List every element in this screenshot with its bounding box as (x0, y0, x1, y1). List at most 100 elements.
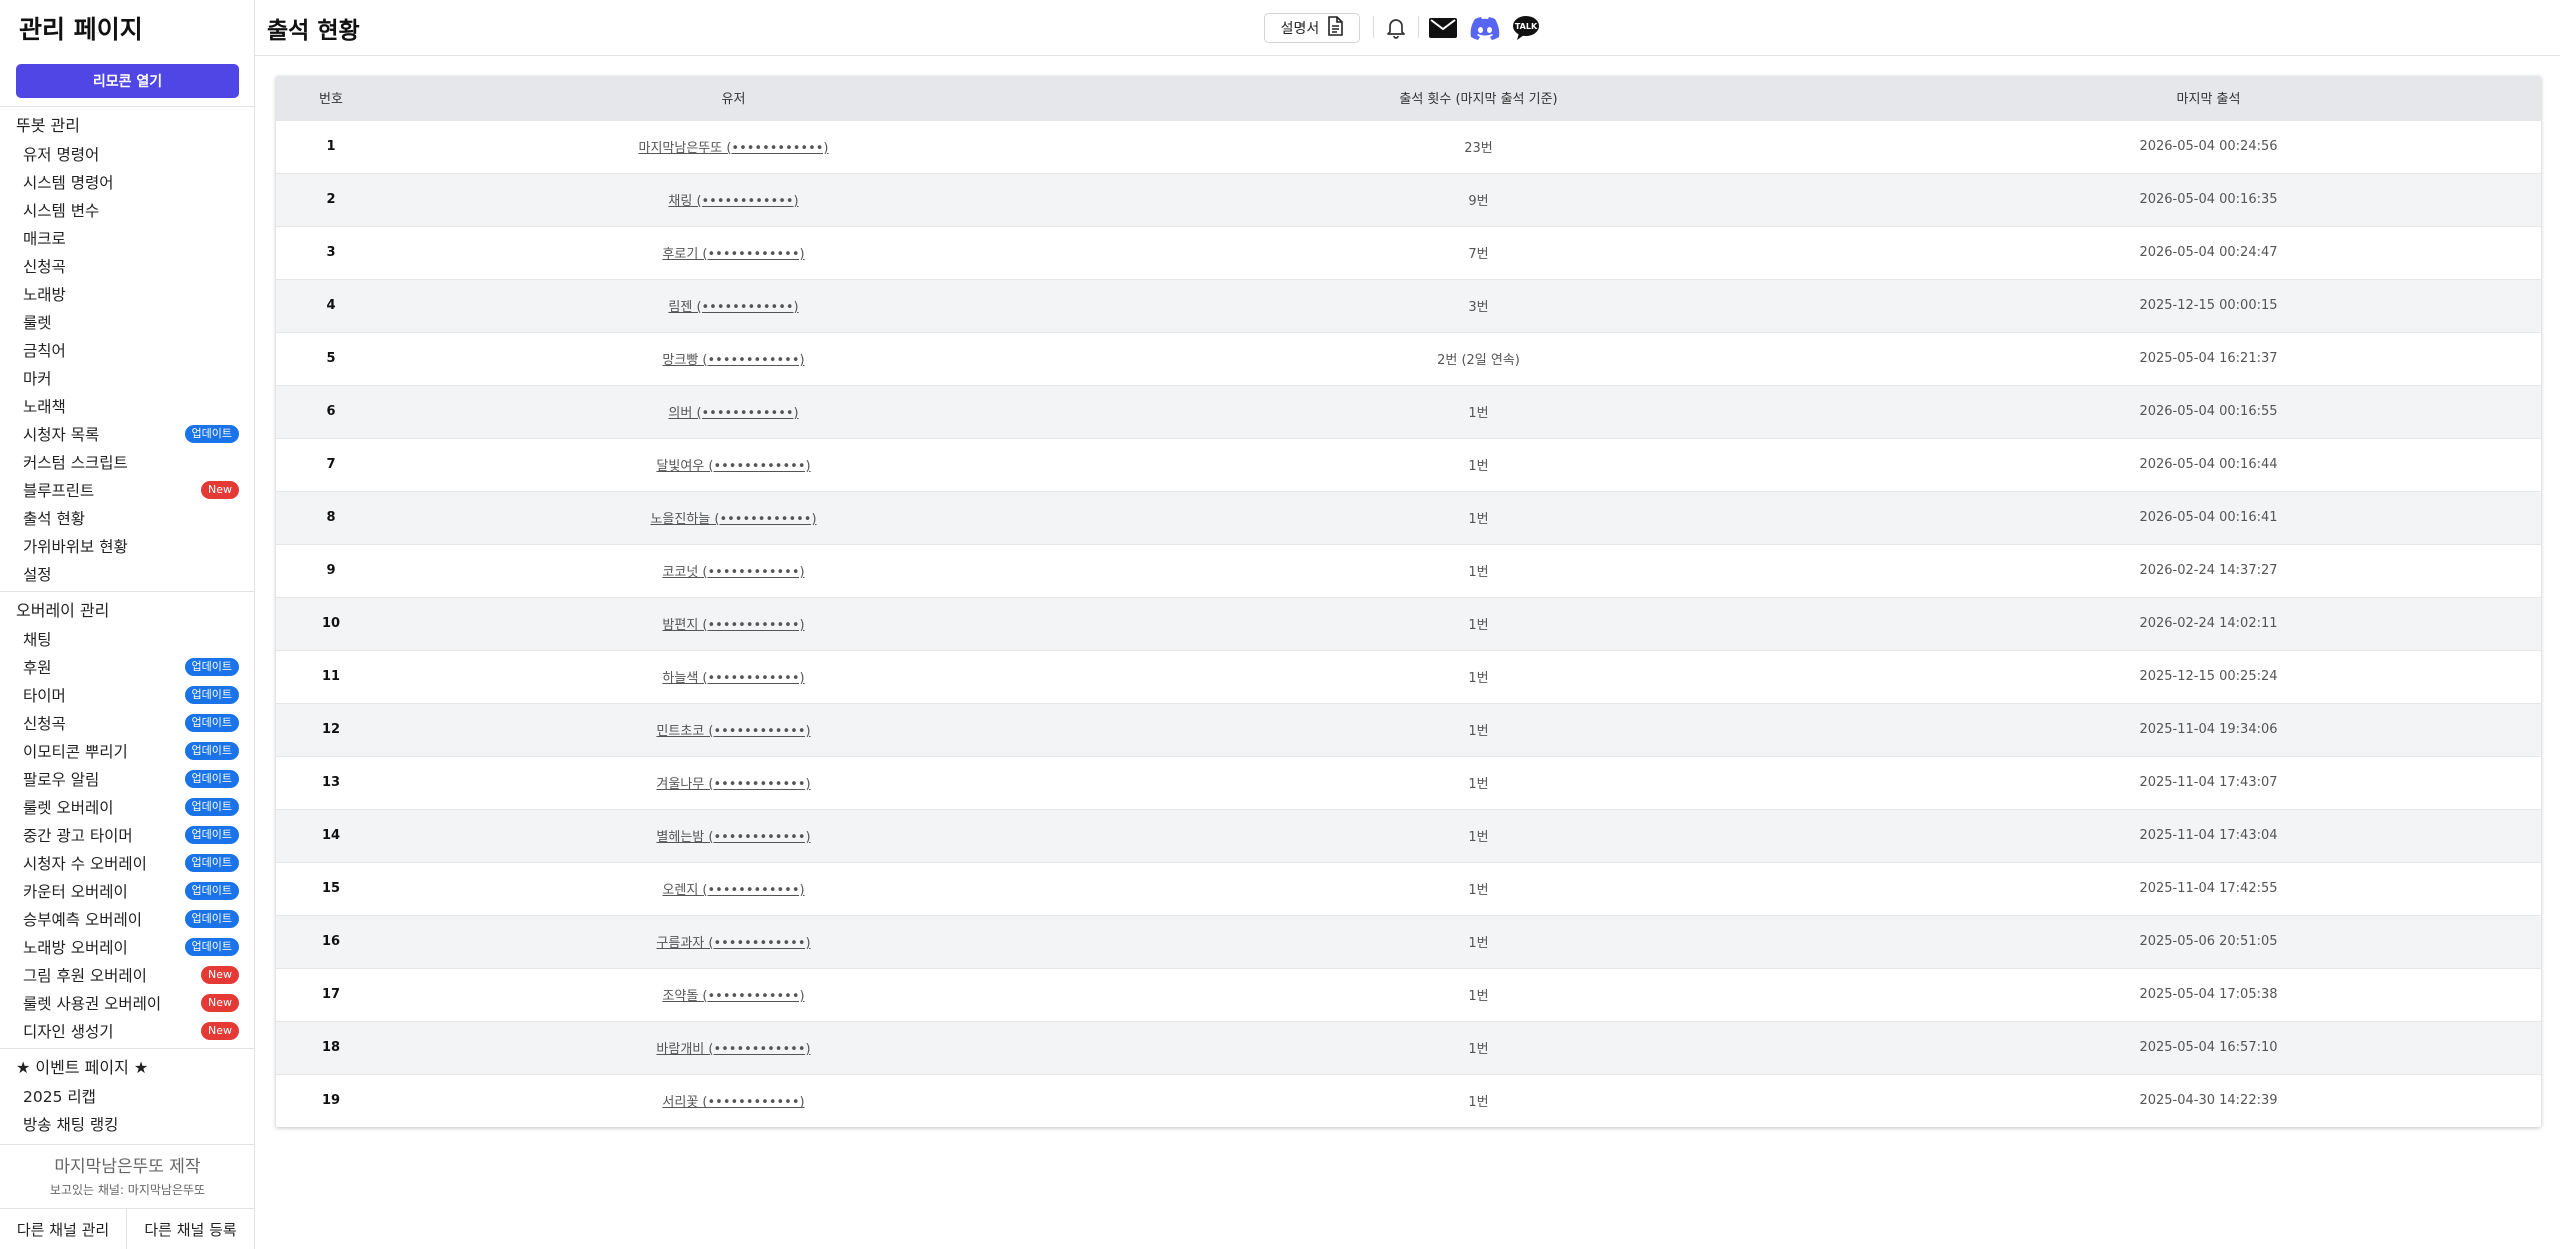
user-link[interactable]: 오렌지 (••••••••••••) (662, 883, 804, 898)
sidebar-item[interactable]: 시스템 변수 (16, 197, 239, 223)
sidebar-item-label: 이모티콘 뿌리기 (23, 743, 128, 761)
user-link[interactable]: 코코넛 (••••••••••••) (662, 565, 804, 580)
sidebar-item[interactable]: 가위바위보 현황 (16, 533, 239, 559)
sidebar-item-label: 2025 리캡 (23, 1088, 96, 1106)
section-title-event: ★ 이벤트 페이지 ★ (16, 1058, 149, 1077)
sidebar-item[interactable]: 룰렛 (16, 309, 239, 335)
user-link[interactable]: 별헤는밤 (••••••••••••) (656, 830, 810, 845)
sidebar-item[interactable]: 카운터 오버레이 업데이트 (16, 878, 239, 904)
table-row: 13 겨울나무 (••••••••••••) 1번 2025-11-04 17:43:… (276, 756, 2541, 809)
user-cell: 민트초코 (••••••••••••) (386, 703, 1081, 756)
last-attendance: 2026-02-24 14:37:27 (2139, 563, 2278, 578)
manage-other-channel-button[interactable]: 다른 채널 관리 (0, 1209, 127, 1249)
user-cell: 바람개비 (••••••••••••) (386, 1021, 1081, 1074)
user-link[interactable]: 바람개비 (••••••••••••) (656, 1042, 810, 1057)
top-bar: 출석 현황 설명서 TALK (255, 0, 2560, 56)
row-number: 12 (321, 722, 341, 737)
sidebar-item[interactable]: 타이머 업데이트 (16, 682, 239, 708)
sidebar-item[interactable]: 이모티콘 뿌리기 업데이트 (16, 738, 239, 764)
sidebar-item-label: 시청자 목록 (23, 426, 100, 444)
sidebar-item[interactable]: 채팅 (16, 626, 239, 652)
bell-icon[interactable] (1381, 14, 1411, 42)
attendance-count: 1번 (1468, 1042, 1489, 1057)
user-link[interactable]: 채링 (••••••••••••) (668, 194, 798, 209)
sidebar-item[interactable]: 신청곡 업데이트 (16, 710, 239, 736)
sidebar-item[interactable]: 노래책 (16, 393, 239, 419)
sidebar-item[interactable]: 신청곡 (16, 253, 239, 279)
attendance-count: 1번 (1468, 936, 1489, 951)
table-row: 10 밤편지 (••••••••••••) 1번 2026-02-24 14:02:1… (276, 597, 2541, 650)
sidebar-item[interactable]: 디자인 생성기 New (16, 1018, 239, 1044)
sidebar-item[interactable]: 승부예측 오버레이 업데이트 (16, 906, 239, 932)
user-link[interactable]: 구름과자 (••••••••••••) (656, 936, 810, 951)
user-link[interactable]: 밤편지 (••••••••••••) (662, 618, 804, 633)
sidebar-item[interactable]: 유저 명령어 (16, 141, 239, 167)
new-badge: New (201, 481, 239, 499)
manual-button[interactable]: 설명서 (1264, 13, 1360, 43)
sidebar-item-label: 룰렛 오버레이 (23, 799, 114, 817)
sidebar-item[interactable]: 매크로 (16, 225, 239, 251)
row-number: 10 (321, 616, 341, 631)
table-row: 4 림젠 (••••••••••••) 3번 2025-12-15 00:00:15 (276, 279, 2541, 332)
sidebar-item[interactable]: 중간 광고 타이머 업데이트 (16, 822, 239, 848)
user-cell: 별헤는밤 (••••••••••••) (386, 809, 1081, 862)
user-link[interactable]: 서리꽃 (••••••••••••) (662, 1095, 804, 1110)
attendance-count: 7번 (1468, 247, 1489, 262)
sidebar-item[interactable]: 팔로우 알림 업데이트 (16, 766, 239, 792)
user-link[interactable]: 망크빵 (••••••••••••) (662, 353, 804, 368)
svg-text:TALK: TALK (1515, 22, 1538, 31)
attendance-count: 1번 (1468, 459, 1489, 474)
sidebar-item[interactable]: 룰렛 사용권 오버레이 New (16, 990, 239, 1016)
user-link[interactable]: 하늘색 (••••••••••••) (662, 671, 804, 686)
discord-icon[interactable] (1470, 14, 1500, 42)
sidebar-item[interactable]: 시스템 명령어 (16, 169, 239, 195)
sidebar-item[interactable]: 출석 현황 (16, 505, 239, 531)
sidebar-item[interactable]: 방송 채팅 랭킹 (16, 1111, 239, 1137)
mail-icon[interactable] (1428, 14, 1458, 42)
row-number: 17 (321, 987, 341, 1002)
user-link[interactable]: 후로기 (••••••••••••) (662, 247, 804, 262)
sidebar-item[interactable]: 커스텀 스크립트 (16, 449, 239, 475)
user-link[interactable]: 의버 (••••••••••••) (668, 406, 798, 421)
user-link[interactable]: 겨울나무 (••••••••••••) (656, 777, 810, 792)
sidebar-item-label: 유저 명령어 (23, 146, 100, 164)
user-link[interactable]: 조약돌 (••••••••••••) (662, 989, 804, 1004)
sidebar-item[interactable]: 블루프린트 New (16, 477, 239, 503)
user-cell: 노을진하늘 (••••••••••••) (386, 491, 1081, 544)
user-link[interactable]: 민트초코 (••••••••••••) (656, 724, 810, 739)
new-badge: New (201, 966, 239, 984)
sidebar-item[interactable]: 설정 (16, 561, 239, 587)
column-header-user: 유저 (721, 92, 746, 108)
sidebar-item[interactable]: 노래방 오버레이 업데이트 (16, 934, 239, 960)
attendance-count: 1번 (1468, 512, 1489, 527)
sidebar-item[interactable]: 마커 (16, 365, 239, 391)
kakao-talk-icon[interactable]: TALK (1511, 14, 1541, 42)
sidebar-item[interactable]: 그림 후원 오버레이 New (16, 962, 239, 988)
update-badge: 업데이트 (184, 658, 239, 676)
sidebar-item[interactable]: 금칙어 (16, 337, 239, 363)
last-attendance: 2025-11-04 17:43:07 (2139, 775, 2278, 790)
user-link[interactable]: 림젠 (••••••••••••) (668, 300, 798, 315)
user-cell: 의버 (••••••••••••) (386, 385, 1081, 438)
sidebar-item[interactable]: 2025 리캡 (16, 1083, 239, 1109)
divider (0, 106, 255, 107)
user-link[interactable]: 노을진하늘 (••••••••••••) (650, 512, 816, 527)
sidebar-item[interactable]: 노래방 (16, 281, 239, 307)
update-badge: 업데이트 (184, 854, 239, 872)
table-row: 5 망크빵 (••••••••••••) 2번 (2일 연속) 2025-05-04 … (276, 332, 2541, 385)
table-row: 14 별헤는밤 (••••••••••••) 1번 2025-11-04 17:43:… (276, 809, 2541, 862)
divider (1373, 16, 1374, 38)
app-logo: 관리 페이지 (19, 15, 143, 44)
register-other-channel-button[interactable]: 다른 채널 등록 (127, 1209, 254, 1249)
update-badge: 업데이트 (184, 826, 239, 844)
table-row: 1 마지막남은뚜또 (••••••••••••) 23번 2026-05-04 00:… (276, 120, 2541, 173)
user-link[interactable]: 달빛여우 (••••••••••••) (656, 459, 810, 474)
row-number: 13 (321, 775, 341, 790)
table-row: 18 바람개비 (••••••••••••) 1번 2025-05-04 16:57:… (276, 1021, 2541, 1074)
sidebar-item[interactable]: 시청자 수 오버레이 업데이트 (16, 850, 239, 876)
user-link[interactable]: 마지막남은뚜또 (••••••••••••) (638, 141, 828, 156)
sidebar-item[interactable]: 후원 업데이트 (16, 654, 239, 680)
sidebar-item[interactable]: 룰렛 오버레이 업데이트 (16, 794, 239, 820)
sidebar-item[interactable]: 시청자 목록 업데이트 (16, 421, 239, 447)
open-remote-button[interactable]: 리모콘 열기 (16, 64, 239, 98)
